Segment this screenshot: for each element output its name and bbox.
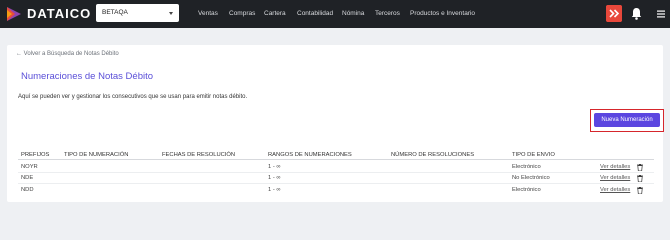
column-header-tipo-envio: TIPO DE ENVIO [512, 152, 555, 158]
row-send-type: Electrónico [512, 164, 541, 170]
trash-icon[interactable] [637, 175, 643, 182]
company-select[interactable]: BETAQA [96, 4, 179, 22]
column-header-fechas-resolucion: FECHAS DE RESOLUCIÓN [162, 152, 236, 158]
brand-name: DATAICO [27, 6, 92, 21]
nav-terceros[interactable]: Terceros [375, 10, 400, 18]
company-select-value: BETAQA [102, 9, 128, 16]
column-header-numero-resoluciones: NÚMERO DE RESOLUCIONES [391, 152, 475, 158]
bell-icon[interactable] [631, 7, 642, 20]
chevron-down-icon [169, 12, 173, 15]
view-details-link[interactable]: Ver detalles [600, 175, 630, 181]
view-details-link[interactable]: Ver detalles [600, 187, 630, 193]
nav-productos-inventario[interactable]: Productos e Inventario [410, 10, 475, 18]
table-header-divider [18, 159, 654, 160]
row-send-type: No Electrónico [512, 175, 550, 181]
nav-contabilidad[interactable]: Contabilidad [297, 10, 333, 18]
row-prefix: NDE [21, 175, 34, 181]
app-switch-icon[interactable] [606, 5, 622, 22]
view-details-link[interactable]: Ver detalles [600, 164, 630, 170]
page-title: Numeraciones de Notas Débito [21, 71, 154, 82]
top-navigation-bar: DATAICO BETAQA Ventas Compras Cartera Co… [0, 0, 670, 28]
row-send-type: Electrónico [512, 187, 541, 193]
nav-ventas[interactable]: Ventas [198, 10, 218, 18]
page-description: Aquí se pueden ver y gestionar los conse… [18, 94, 248, 100]
dataico-logo-icon[interactable] [6, 6, 22, 22]
trash-icon[interactable] [637, 187, 643, 194]
trash-icon[interactable] [637, 164, 643, 171]
back-link[interactable]: ← Volver a Búsqueda de Notas Débito [16, 51, 119, 57]
row-divider [18, 183, 654, 184]
nav-compras[interactable]: Compras [229, 10, 255, 18]
content-card: ← Volver a Búsqueda de Notas Débito Nume… [7, 45, 664, 202]
new-numeration-button[interactable]: Nueva Numeración [594, 113, 660, 127]
column-header-rangos-numeraciones: RANGOS DE NUMERACIONES [268, 152, 352, 158]
row-divider [18, 172, 654, 173]
row-prefix: NDD [21, 187, 34, 193]
row-prefix: NOYR [21, 164, 38, 170]
nav-cartera[interactable]: Cartera [264, 10, 286, 18]
row-range: 1 - ∞ [268, 175, 281, 181]
nav-nomina[interactable]: Nómina [342, 10, 364, 18]
hamburger-menu-icon[interactable] [657, 10, 665, 18]
row-range: 1 - ∞ [268, 164, 281, 170]
row-range: 1 - ∞ [268, 187, 281, 193]
column-header-tipo-numeracion: TIPO DE NUMERACIÓN [64, 152, 129, 158]
column-header-prefijos: PREFIJOS [21, 152, 50, 158]
